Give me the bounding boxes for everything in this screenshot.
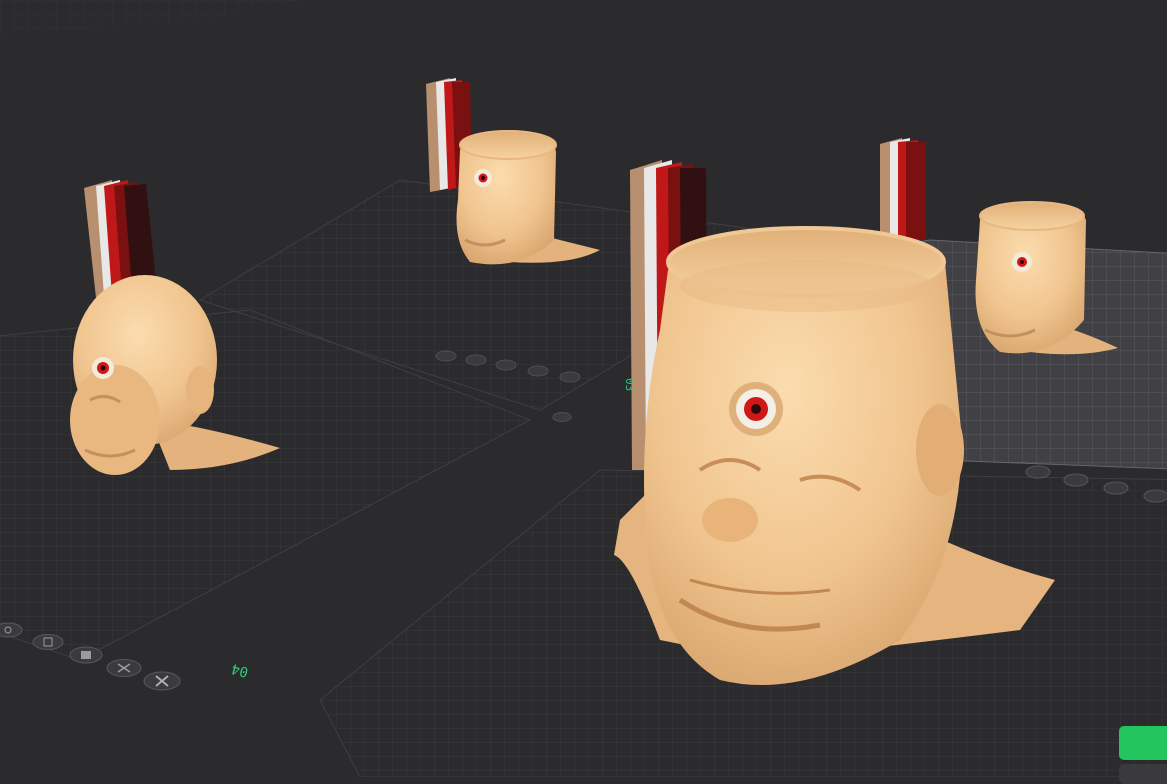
arrange-icon[interactable] (32, 634, 64, 650)
plate-2-extra-icon[interactable] (552, 412, 572, 422)
orient-icon[interactable] (435, 350, 457, 362)
lock-icon[interactable] (69, 646, 103, 664)
build-plate-5 (0, 0, 300, 35)
lock-icon[interactable] (495, 359, 517, 371)
close-icon[interactable] (559, 371, 581, 383)
arrange-icon[interactable] (465, 354, 487, 366)
settings-icon[interactable] (1143, 489, 1167, 503)
close-icon[interactable] (143, 671, 181, 691)
settings-icon[interactable] (527, 365, 549, 377)
plate-number-label: 04 (230, 660, 250, 680)
3d-viewport[interactable]: 04 03 (0, 0, 1167, 777)
plate-number-label: 03 (623, 378, 636, 391)
settings-icon[interactable] (106, 659, 142, 677)
orient-icon[interactable] (0, 622, 23, 638)
secondary-button[interactable] (1119, 764, 1167, 784)
orient-icon[interactable] (1025, 465, 1051, 479)
arrange-icon[interactable] (1063, 473, 1089, 487)
wipe-tower-4[interactable] (880, 138, 926, 240)
slice-plate-button[interactable] (1119, 726, 1167, 760)
lock-icon[interactable] (1103, 481, 1129, 495)
